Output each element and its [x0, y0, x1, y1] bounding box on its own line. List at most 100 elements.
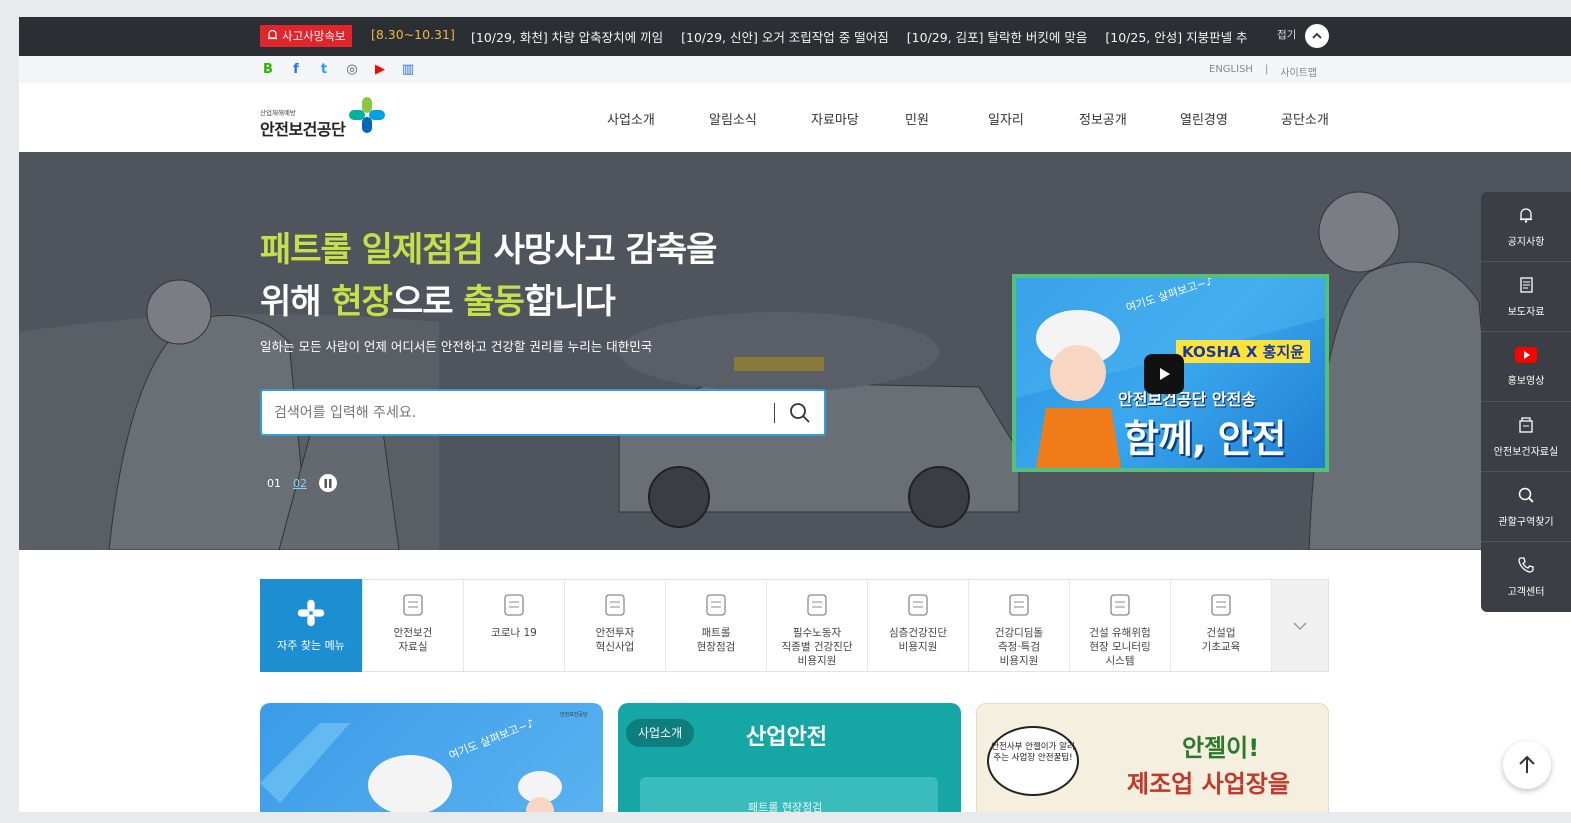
nav-item[interactable]: 민원	[905, 109, 929, 128]
card-logo: 안전보건공단	[560, 712, 588, 718]
frequent-menu-label: 건설업 기초교육	[1201, 627, 1241, 653]
speech-bubble: 안전사부 안젤이가 알려주는 사업장 안전꿀팁!	[987, 726, 1079, 796]
scroll-top-button[interactable]	[1503, 741, 1551, 789]
quick-side-item[interactable]: 관할구역찾기	[1481, 472, 1571, 542]
hero-title-highlight: 출동	[463, 282, 525, 322]
hero-subtitle: 일하는 모든 사람이 언제 어디서든 안전하고 건강할 권리를 누리는 대한민국	[260, 339, 653, 354]
quick-side-item[interactable]: 고객센터	[1481, 542, 1571, 612]
business-intro-card: 사업소개 산업안전 패트롤 현장점검	[618, 703, 961, 812]
quick-side-label: 보도자료	[1507, 306, 1545, 318]
frequent-menu-item[interactable]: 패트롤 현장점검	[665, 580, 766, 671]
hero-pager: 01 02	[267, 474, 337, 492]
site-logo[interactable]: 산업재해예방 안전보건공단	[260, 93, 390, 143]
business-intro-item[interactable]: 패트롤 현장점검	[748, 799, 822, 812]
frequent-menu-item[interactable]: 건강디딤돌 측정·특검 비용지원	[968, 580, 1069, 671]
pager-item[interactable]: 01	[267, 477, 281, 490]
page: 사고사망속보 [8.30~10.31] [10/29, 화천] 차량 압축장치에…	[19, 17, 1571, 812]
frequent-menu-item[interactable]: 안전투자 혁신사업	[564, 580, 665, 671]
chevron-down-icon	[1293, 621, 1307, 630]
quick-side-label: 안전보건자료실	[1493, 446, 1559, 458]
blog-icon[interactable]: B	[259, 60, 277, 78]
search-box	[260, 389, 826, 436]
play-button[interactable]	[1144, 354, 1184, 394]
nav-item[interactable]: 사업소개	[607, 109, 655, 128]
frequent-menu-label: 안전투자 혁신사업	[595, 627, 635, 653]
frequent-menu-label: 건설 유해위험 현장 모니터링 시스템	[1089, 627, 1151, 667]
ticker-item[interactable]: [10/29, 김포] 탈락한 버킷에 맞음	[907, 30, 1088, 45]
hero-title-highlight: 현장	[331, 282, 393, 322]
frequent-menu-item[interactable]: 건설업 기초교육	[1170, 580, 1271, 671]
frequent-menu-title: 자주 찾는 메뉴	[277, 638, 345, 652]
promo-card-video[interactable]: 여기도 살펴보고~♪ 안전보건공단	[260, 703, 603, 812]
ticker-fold-label: 접기	[1277, 29, 1297, 41]
frequent-menu-item[interactable]: 필수노동자 직종별 건강진단 비용지원	[766, 580, 867, 671]
ticker-item[interactable]: [10/25, 안성] 지붕판넬 추	[1105, 30, 1247, 45]
hero-title-highlight: 패트롤 일제점검	[260, 230, 484, 270]
facebook-icon[interactable]: f	[287, 60, 305, 78]
hero-title-text: 합니다	[523, 282, 616, 322]
promo-card-tips[interactable]: 안전사부 안젤이가 알려주는 사업장 안전꿀팁! 안젤이! 제조업 사업장을	[976, 703, 1329, 812]
frequent-menu-label: 건강디딤돌 측정·특검 비용지원	[994, 627, 1044, 667]
nav-item[interactable]: 자료마당	[811, 109, 859, 128]
document-icon	[1517, 276, 1535, 297]
frequent-menu-item[interactable]: 안전보건 자료실	[362, 580, 463, 671]
stethoscope-icon	[800, 590, 834, 620]
ticker-period: [8.30~10.31]	[371, 27, 455, 42]
hero-title-text: 사망사고 감축을	[482, 230, 718, 270]
pause-button[interactable]	[319, 474, 337, 492]
worker-icon	[1204, 590, 1238, 620]
quick-side-item[interactable]: 안전보건자료실	[1481, 402, 1571, 472]
search-button[interactable]	[786, 399, 814, 427]
nav-item[interactable]: 열린경영	[1180, 109, 1228, 128]
video-headline: 함께, 안전	[1124, 417, 1287, 461]
pager-item-active[interactable]: 02	[293, 477, 307, 490]
util-separator: |	[1264, 64, 1269, 75]
ticker-items: [10/29, 화천] 차량 압축장치에 끼임 [10/29, 신안] 오거 조…	[471, 27, 1256, 46]
quick-side-item[interactable]: 보도자료	[1481, 262, 1571, 332]
utility-bar: Bf t ◎ ▶ ▥ ENGLISH | 사이트맵	[19, 56, 1571, 83]
video-title: 안전보건공단 안전송	[1118, 390, 1257, 409]
alarm-icon	[267, 25, 278, 47]
search-location-icon	[1517, 486, 1535, 507]
nav-item[interactable]: 일자리	[988, 109, 1024, 128]
youtube-icon	[1515, 346, 1537, 366]
business-intro-panel: 패트롤 현장점검	[640, 777, 938, 812]
ticker-item[interactable]: [10/29, 신안] 오거 조립작업 중 떨어짐	[681, 30, 889, 45]
frequent-menu-item[interactable]: 코로나 19	[463, 580, 564, 671]
patrol-car-icon	[699, 590, 733, 620]
frequent-menu-item[interactable]: 건설 유해위험 현장 모니터링 시스템	[1069, 580, 1170, 671]
frequent-menu-expand-button[interactable]	[1271, 580, 1328, 671]
promo-video[interactable]: 여기도 살펴보고~♪ KOSHA X 홍지윤 안전보건공단 안전송 함께, 안전	[1012, 274, 1329, 472]
hero-title: 패트롤 일제점검 사망사고 감축을 위해 현장으로 출동합니다	[260, 224, 718, 328]
logo-cross-icon	[297, 599, 325, 626]
frequent-menu-label: 필수노동자 직종별 건강진단 비용지원	[781, 627, 853, 667]
ticker-item[interactable]: [10/29, 화천] 차량 압축장치에 끼임	[471, 30, 663, 45]
quick-side-item[interactable]: 홍보영상	[1481, 332, 1571, 402]
english-link[interactable]: ENGLISH	[1209, 64, 1253, 79]
tips-subtitle: 제조업 사업장을	[1127, 770, 1290, 798]
book-icon[interactable]: ▥	[399, 60, 417, 78]
site-header: 산업재해예방 안전보건공단 사업소개 알림소식 자료마당 민원 일자리 정보공개 열린경영 공…	[19, 83, 1571, 152]
youtube-icon[interactable]: ▶	[371, 60, 389, 78]
quick-side-item[interactable]: 공지사항	[1481, 192, 1571, 262]
hero-title-text: 위해	[260, 282, 332, 322]
logo-main-text: 안전보건공단	[260, 120, 346, 139]
business-intro-title: 산업안전	[746, 725, 827, 750]
instagram-icon[interactable]: ◎	[343, 60, 361, 78]
social-links: Bf t ◎ ▶ ▥	[259, 60, 417, 78]
quick-side-label: 관할구역찾기	[1498, 516, 1554, 528]
ticker-fold-button[interactable]	[1305, 24, 1329, 48]
frequent-menu-item[interactable]: 심층건강진단 비용지원	[867, 580, 968, 671]
frequent-menu-label: 코로나 19	[491, 627, 537, 639]
hero-title-text: 으로	[391, 282, 464, 322]
search-icon	[790, 403, 810, 423]
search-input[interactable]	[274, 401, 754, 425]
twitter-icon[interactable]: t	[315, 60, 333, 78]
sitemap-link[interactable]: 사이트맵	[1280, 64, 1317, 79]
nav-item[interactable]: 알림소식	[709, 109, 757, 128]
nav-item[interactable]: 공단소개	[1281, 109, 1329, 128]
ticker-badge[interactable]: 사고사망속보	[260, 25, 353, 47]
nav-item[interactable]: 정보공개	[1079, 109, 1127, 128]
quick-side-label: 공지사항	[1507, 236, 1545, 248]
accident-ticker: 사고사망속보 [8.30~10.31] [10/29, 화천] 차량 압축장치에…	[19, 17, 1571, 56]
